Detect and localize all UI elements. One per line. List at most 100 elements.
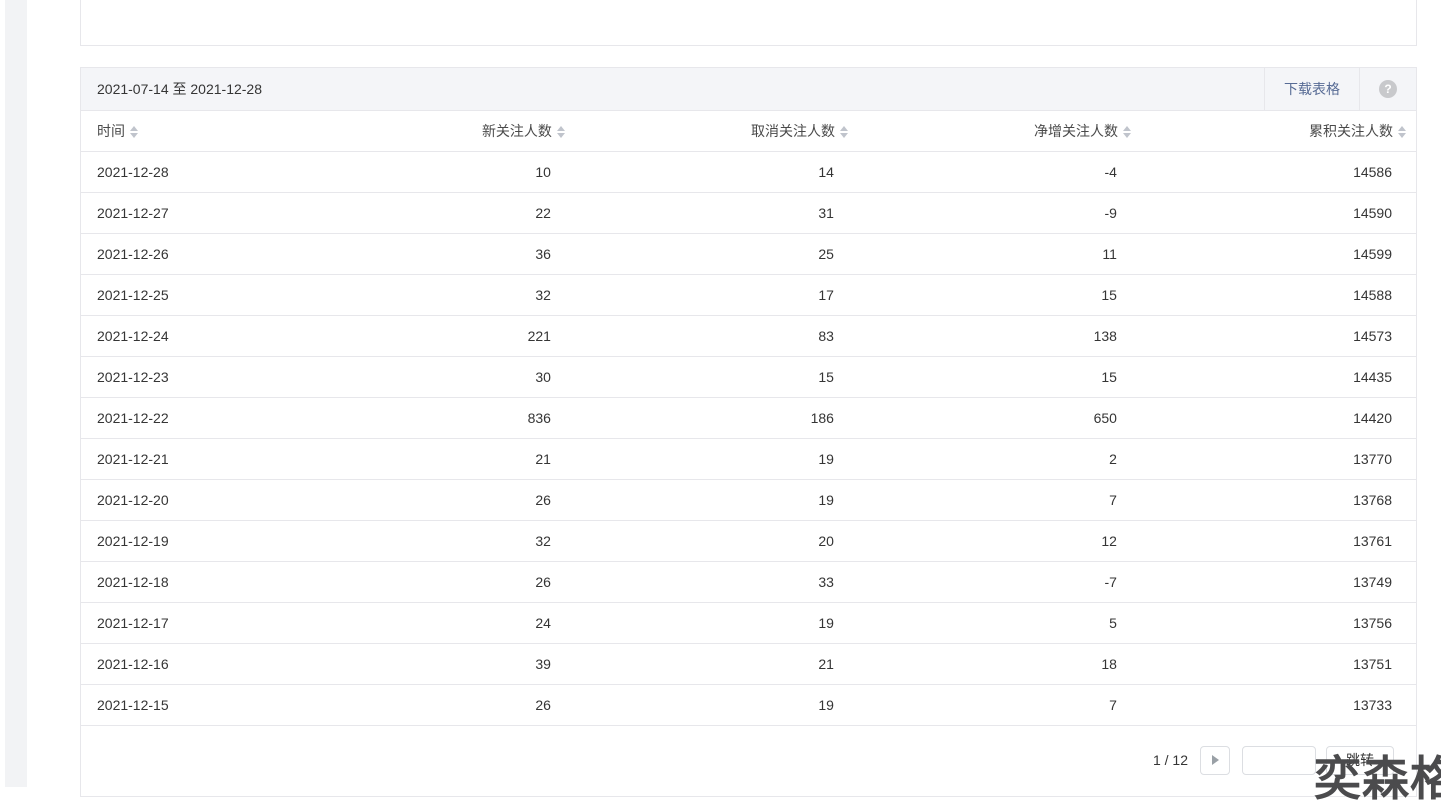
value-cell: 26 [394,684,575,726]
value-cell: 36 [394,233,575,275]
followers-stats-panel: 2021-07-14 至 2021-12-28 下载表格 ? 时间 新关注人数 取消… [80,67,1417,797]
table-row: 2021-12-20 26 19 7 13768 [81,479,1416,521]
column-header-2[interactable]: 取消关注人数 [574,111,858,152]
column-header-1[interactable]: 新关注人数 [394,111,575,152]
table-row: 2021-12-18 26 33 -7 13749 [81,561,1416,603]
value-cell: 14573 [1140,315,1416,357]
value-cell: 14435 [1140,356,1416,398]
date-cell: 2021-12-24 [81,315,395,357]
help-button[interactable]: ? [1359,68,1416,110]
table-row: 2021-12-16 39 21 18 13751 [81,643,1416,685]
next-page-button[interactable] [1200,745,1230,775]
value-cell: 12 [857,520,1141,562]
column-header-label: 取消关注人数 [750,122,835,139]
column-header-3[interactable]: 净增关注人数 [857,111,1141,152]
value-cell: 19 [574,479,858,521]
date-cell: 2021-12-25 [81,274,395,316]
top-card [80,0,1417,46]
watermark-text: 奕森格 [1314,752,1441,805]
value-cell: 19 [574,438,858,480]
value-cell: 21 [394,438,575,480]
value-cell: 14420 [1140,397,1416,439]
value-cell: 14588 [1140,274,1416,316]
value-cell: 14586 [1140,151,1416,193]
date-cell: 2021-12-21 [81,438,395,480]
download-table-button[interactable]: 下载表格 [1264,68,1359,110]
value-cell: 24 [394,602,575,644]
date-cell: 2021-12-27 [81,192,395,234]
value-cell: 39 [394,643,575,685]
value-cell: 13761 [1140,520,1416,562]
column-header-label: 净增关注人数 [1033,122,1118,139]
value-cell: 25 [574,233,858,275]
table-row: 2021-12-24 221 83 138 14573 [81,315,1416,357]
value-cell: 15 [857,274,1141,316]
value-cell: 138 [857,315,1141,357]
value-cell: 20 [574,520,858,562]
value-cell: 13756 [1140,602,1416,644]
value-cell: 836 [394,397,575,439]
left-gutter [5,0,27,787]
date-cell: 2021-12-17 [81,602,395,644]
value-cell: 7 [857,479,1141,521]
date-range-label: 2021-07-14 至 2021-12-28 [97,81,263,97]
value-cell: 32 [394,520,575,562]
value-cell: 14599 [1140,233,1416,275]
value-cell: -9 [857,192,1141,234]
column-header-label: 累积关注人数 [1309,122,1393,139]
value-cell: 2 [857,438,1141,480]
column-header-label: 时间 [97,122,125,139]
value-cell: 21 [574,643,858,685]
date-cell: 2021-12-18 [81,561,395,603]
value-cell: 13751 [1140,643,1416,685]
sort-caret-icon[interactable] [839,126,848,139]
date-cell: 2021-12-16 [81,643,395,685]
value-cell: 7 [857,684,1141,726]
value-cell: 26 [394,561,575,603]
question-mark-icon[interactable]: ? [1379,80,1397,98]
value-cell: 30 [394,356,575,398]
date-cell: 2021-12-23 [81,356,395,398]
sort-caret-icon[interactable] [130,126,138,139]
table-row: 2021-12-19 32 20 12 13761 [81,520,1416,562]
value-cell: 83 [574,315,858,357]
date-cell: 2021-12-15 [81,684,395,726]
value-cell: 31 [574,192,858,234]
sort-caret-icon[interactable] [1398,126,1406,139]
table-row: 2021-12-22 836 186 650 14420 [81,397,1416,439]
sort-caret-icon[interactable] [1122,126,1131,139]
value-cell: 10 [394,151,575,193]
value-cell: 18 [857,643,1141,685]
table-header-row: 时间 新关注人数 取消关注人数 净增关注人数 累积关注人数 [81,111,1416,152]
column-header-4[interactable]: 累积关注人数 [1140,111,1416,152]
column-header-0[interactable]: 时间 [81,111,395,152]
value-cell: 13733 [1140,684,1416,726]
value-cell: 221 [394,315,575,357]
table-row: 2021-12-23 30 15 15 14435 [81,356,1416,398]
value-cell: 33 [574,561,858,603]
value-cell: 5 [857,602,1141,644]
table-row: 2021-12-26 36 25 11 14599 [81,233,1416,275]
column-header-label: 新关注人数 [481,122,552,139]
table-row: 2021-12-28 10 14 -4 14586 [81,151,1416,193]
table-row: 2021-12-17 24 19 5 13756 [81,602,1416,644]
value-cell: 32 [394,274,575,316]
value-cell: 26 [394,479,575,521]
value-cell: 19 [574,684,858,726]
page-jump-input[interactable] [1242,745,1316,775]
date-cell: 2021-12-19 [81,520,395,562]
date-cell: 2021-12-20 [81,479,395,521]
date-cell: 2021-12-22 [81,397,395,439]
sort-caret-icon[interactable] [556,126,565,139]
value-cell: 13749 [1140,561,1416,603]
followers-table: 时间 新关注人数 取消关注人数 净增关注人数 累积关注人数 2021-12-28 10 14… [81,111,1416,726]
value-cell: -7 [857,561,1141,603]
next-page-icon [1211,755,1219,765]
value-cell: 14 [574,151,858,193]
table-row: 2021-12-21 21 19 2 13770 [81,438,1416,480]
table-row: 2021-12-27 22 31 -9 14590 [81,192,1416,234]
date-cell: 2021-12-28 [81,151,395,193]
value-cell: -4 [857,151,1141,193]
page-indicator: 1 / 12 [1152,752,1188,768]
date-cell: 2021-12-26 [81,233,395,275]
